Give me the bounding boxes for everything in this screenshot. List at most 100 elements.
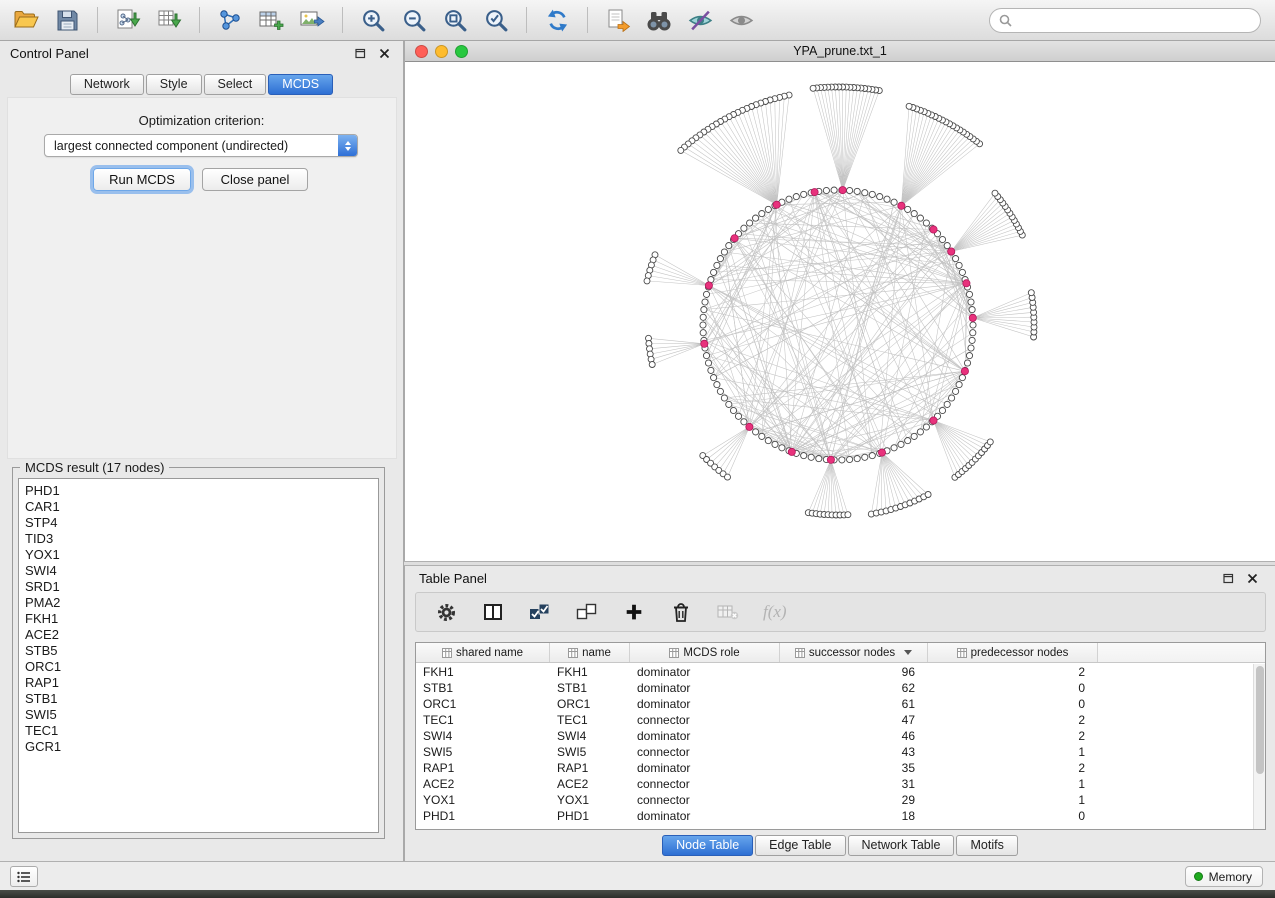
tab-mcds[interactable]: MCDS [268,74,333,95]
select-all-icon [529,602,551,622]
table-row[interactable]: RAP1RAP1dominator352 [416,760,1253,776]
mcds-result-item[interactable]: TEC1 [19,723,378,739]
control-panel-title: Control Panel [10,46,89,61]
mcds-result-item[interactable]: GCR1 [19,739,378,755]
zoom-selected-button[interactable] [480,4,512,36]
tab-motifs[interactable]: Motifs [956,835,1017,856]
import-network-icon [115,8,141,32]
column-header-name[interactable]: name [550,643,630,662]
network-titlebar[interactable]: YPA_prune.txt_1 [405,41,1275,62]
optimization-criterion-select[interactable]: largest connected component (undirected) [44,134,358,157]
scrollbar-thumb[interactable] [1256,666,1264,774]
table-cell: 1 [928,793,1098,807]
mcds-result-item[interactable]: RAP1 [19,675,378,691]
table-settings-button[interactable] [434,600,458,624]
panel-menu-button[interactable] [10,866,38,887]
memory-button[interactable]: Memory [1185,866,1263,887]
select-all-button[interactable] [528,600,552,624]
table-row[interactable]: ACE2ACE2connector311 [416,776,1253,792]
table-row[interactable]: PHD1PHD1dominator180 [416,808,1253,824]
mcds-result-item[interactable]: STB5 [19,643,378,659]
add-column-button[interactable] [622,600,646,624]
mcds-result-item[interactable]: ORC1 [19,659,378,675]
tab-network[interactable]: Network [70,74,144,95]
close-panel-button[interactable]: Close panel [202,168,308,191]
table-row[interactable]: FKH1FKH1dominator962 [416,664,1253,680]
import-network-file-button[interactable] [112,4,144,36]
zoom-fit-button[interactable] [439,4,471,36]
new-table-button[interactable] [255,4,287,36]
table-vertical-scrollbar[interactable] [1253,664,1265,829]
column-header-successor-nodes[interactable]: successor nodes [780,643,928,662]
tab-style[interactable]: Style [146,74,202,95]
mcds-result-item[interactable]: TID3 [19,531,378,547]
hide-annotations-button[interactable] [684,4,716,36]
table-row[interactable]: SWI5SWI5connector431 [416,744,1253,760]
network-canvas[interactable] [405,62,1275,561]
table-row[interactable]: TEC1TEC1connector472 [416,712,1253,728]
unselect-all-button[interactable] [575,600,599,624]
show-columns-button[interactable] [481,600,505,624]
close-table-panel-button[interactable] [1243,570,1261,586]
table-cell: 0 [928,809,1098,823]
float-table-panel-button[interactable] [1219,570,1237,586]
plus-icon [625,603,643,621]
mcds-result-item[interactable]: PMA2 [19,595,378,611]
close-control-panel-button[interactable] [375,45,393,61]
column-header-shared-name[interactable]: shared name [416,643,550,662]
search-input[interactable] [1018,14,1260,28]
traffic-light-yellow[interactable] [435,45,448,58]
mcds-result-item[interactable]: SWI5 [19,707,378,723]
traffic-light-green[interactable] [455,45,468,58]
mcds-result-item[interactable]: STP4 [19,515,378,531]
import-table-file-button[interactable] [153,4,185,36]
float-panel-button[interactable] [351,45,369,61]
save-session-button[interactable] [51,4,83,36]
mcds-result-item[interactable]: CAR1 [19,499,378,515]
table-cell: RAP1 [416,761,550,775]
new-network-button[interactable] [214,4,246,36]
table-row[interactable]: YOX1YOX1connector291 [416,792,1253,808]
table-cell: connector [630,745,780,759]
zoom-out-button[interactable] [398,4,430,36]
table-cell: dominator [630,697,780,711]
show-graphics-details-button[interactable] [725,4,757,36]
mcds-result-item[interactable]: SRD1 [19,579,378,595]
network-graph[interactable] [405,62,1274,560]
table-cell: STB1 [416,681,550,695]
columns-icon [483,602,503,622]
table-row[interactable]: SWI4SWI4dominator462 [416,728,1253,744]
refresh-view-button[interactable] [541,4,573,36]
table-cell: ACE2 [550,777,630,791]
mcds-result-list[interactable]: PHD1CAR1STP4TID3YOX1SWI4SRD1PMA2FKH1ACE2… [18,478,379,833]
column-header-predecessor-nodes[interactable]: predecessor nodes [928,643,1098,662]
table-cell: FKH1 [550,665,630,679]
mcds-result-item[interactable]: SWI4 [19,563,378,579]
tab-select[interactable]: Select [204,74,267,95]
search-network-button[interactable] [643,4,675,36]
mcds-result-item[interactable]: FKH1 [19,611,378,627]
tab-node-table[interactable]: Node Table [662,835,753,856]
mcds-result-item[interactable]: YOX1 [19,547,378,563]
table-toolbar: f(x) [415,592,1266,632]
column-header-mcds-role[interactable]: MCDS role [630,643,780,662]
mcds-result-item[interactable]: ACE2 [19,627,378,643]
search-box[interactable] [989,8,1261,33]
chevron-down-icon[interactable] [904,650,912,655]
export-network-button[interactable] [602,4,634,36]
export-image-button[interactable] [296,4,328,36]
mcds-result-item[interactable]: STB1 [19,691,378,707]
table-row[interactable]: STB1STB1dominator620 [416,680,1253,696]
open-file-button[interactable] [10,4,42,36]
table-cell: 31 [780,777,928,791]
traffic-light-red[interactable] [415,45,428,58]
zoom-in-button[interactable] [357,4,389,36]
tab-network-table[interactable]: Network Table [848,835,955,856]
column-label: successor nodes [809,647,895,659]
mcds-result-item[interactable]: PHD1 [19,483,378,499]
delete-column-button[interactable] [669,600,693,624]
table-row[interactable]: ORC1ORC1dominator610 [416,696,1253,712]
run-mcds-button[interactable]: Run MCDS [93,168,191,191]
tab-edge-table[interactable]: Edge Table [755,835,845,856]
node-table-body: FKH1FKH1dominator962STB1STB1dominator620… [416,664,1253,829]
